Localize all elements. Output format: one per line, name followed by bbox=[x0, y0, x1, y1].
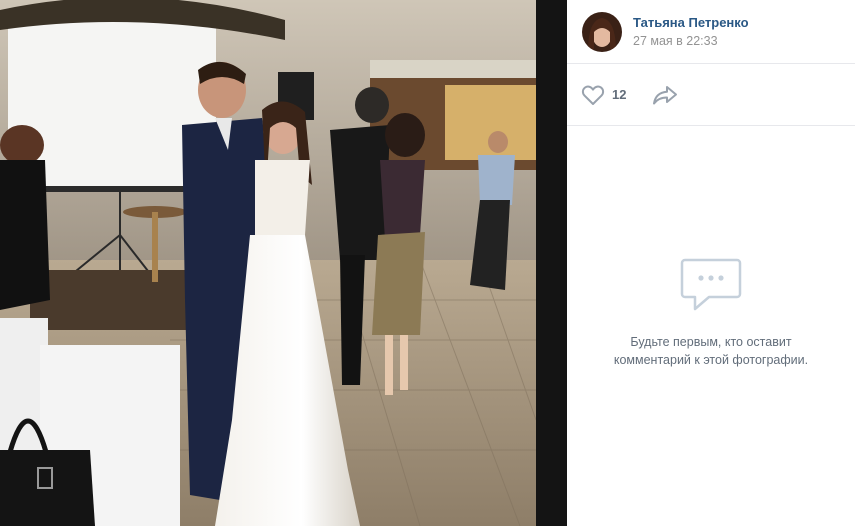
empty-comments-line1: Будьте первым, кто оставит bbox=[630, 335, 792, 349]
post-date-link[interactable]: 27 мая в 22:33 bbox=[633, 33, 749, 50]
like-count: 12 bbox=[612, 87, 627, 102]
photo-viewer[interactable] bbox=[0, 0, 536, 526]
photo-info-panel: Татьяна Петренко 27 мая в 22:33 12 Будьт… bbox=[567, 0, 855, 526]
actions-bar: 12 bbox=[567, 64, 855, 126]
share-arrow-icon bbox=[653, 85, 678, 104]
author-header: Татьяна Петренко 27 мая в 22:33 bbox=[567, 0, 855, 64]
empty-comments-line2: комментарий к этой фотографии. bbox=[613, 353, 809, 367]
empty-comments-placeholder: Будьте первым, кто оставит комментарий к… bbox=[567, 256, 855, 369]
wedding-photo bbox=[0, 0, 536, 526]
viewer-gutter bbox=[536, 0, 567, 526]
like-button[interactable]: 12 bbox=[581, 84, 626, 106]
comments-bubble-icon bbox=[680, 258, 742, 311]
heart-outline-icon bbox=[581, 85, 605, 105]
share-button[interactable] bbox=[652, 85, 678, 105]
author-name-link[interactable]: Татьяна Петренко bbox=[633, 14, 749, 31]
avatar[interactable] bbox=[582, 11, 622, 52]
